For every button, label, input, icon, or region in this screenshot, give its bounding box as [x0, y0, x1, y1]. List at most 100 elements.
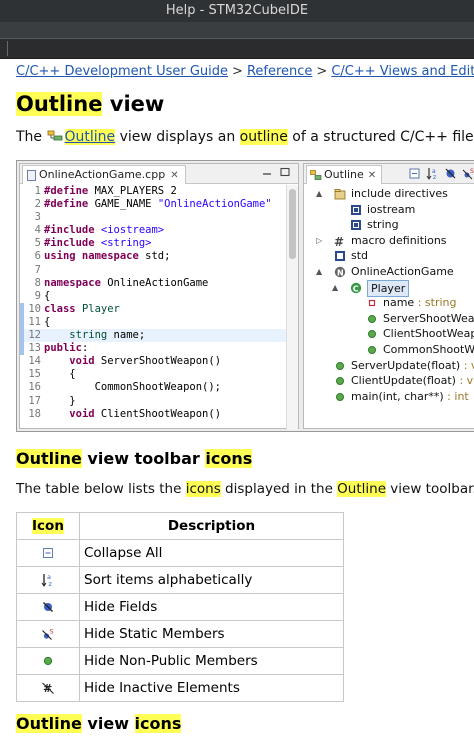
outline-node[interactable]: ServerShootWeap — [304, 311, 474, 327]
section-heading-highlight: Outline — [16, 449, 82, 468]
breadcrumb-link-reference[interactable]: Reference — [247, 64, 312, 79]
outline-node[interactable]: string — [304, 217, 474, 233]
close-icon[interactable]: ✕ — [170, 170, 178, 181]
outline-node-name: std — [351, 249, 369, 263]
para-middle: displayed in the — [220, 481, 338, 497]
outline-node[interactable]: ▲ include directives — [304, 186, 474, 202]
outline-tab-bar: Outline ✕ az S — [304, 164, 474, 184]
outline-node-label: string — [367, 217, 399, 233]
maximize-icon[interactable] — [280, 167, 290, 177]
scrollbar-thumb[interactable] — [289, 189, 296, 259]
outline-node-label: ServerUpdate(float) : void — [351, 358, 474, 374]
outline-node[interactable]: iostream — [304, 202, 474, 218]
code-line[interactable]: 1 #define MAX_PLAYERS 2 — [20, 185, 288, 198]
editor-scrollbar[interactable] — [286, 185, 298, 430]
outline-link[interactable]: Outline — [64, 129, 116, 145]
header-icon: Icon — [16, 512, 80, 540]
page-title-rest: view — [102, 92, 165, 116]
icon-cell: # — [16, 674, 80, 702]
outline-node-label: ClientUpdate(float) : void — [351, 373, 474, 389]
code-line[interactable]: 7 — [20, 264, 288, 277]
code-line[interactable]: 17 } — [20, 395, 288, 408]
page-title: Outline view — [16, 92, 164, 116]
code-line[interactable]: 3 — [20, 211, 288, 224]
outline-node[interactable]: ▷ # macro definitions — [304, 233, 474, 249]
svg-text:S: S — [50, 628, 54, 636]
line-number: 3 — [34, 211, 41, 224]
outline-node[interactable]: ▲ N OnlineActionGame — [304, 264, 474, 280]
outline-tree[interactable]: ▲ include directives iostream string ▷ # macro… — [304, 186, 474, 404]
expand-arrow-icon[interactable]: ▷ — [316, 233, 324, 249]
code-line[interactable]: 16 CommonShootWeapon(); — [20, 381, 288, 394]
description-cell: Hide Fields — [79, 593, 344, 621]
table-row: Collapse All — [16, 539, 344, 567]
code-text: CommonShootWeapon(); — [44, 381, 222, 394]
table-row: S Hide Static Members — [16, 620, 344, 648]
hide-fields-icon[interactable] — [444, 167, 457, 180]
editor-tab-label: OnlineActionGame.cpp — [39, 168, 166, 181]
outline-node-name: include directives — [351, 187, 448, 200]
breadcrumb: C/C++ Development User Guide > Reference > C… — [16, 64, 474, 79]
minimize-icon[interactable] — [262, 167, 272, 177]
hide-static-icon[interactable]: S — [462, 167, 474, 180]
help-content[interactable]: C/C++ Development User Guide > Reference > C… — [0, 60, 474, 742]
outline-node[interactable]: CommonShootW — [304, 342, 474, 358]
editor-tab[interactable]: OnlineActionGame.cpp ✕ — [22, 165, 186, 184]
collapse-arrow-icon[interactable]: ▲ — [332, 280, 340, 296]
code-line[interactable]: 2 #define GAME_NAME "OnlineActionGame" — [20, 198, 288, 211]
code-line[interactable]: 9{ — [20, 290, 288, 303]
section-heading-view-icons: Outline view icons — [16, 714, 182, 733]
table-header-row: Icon Description — [16, 512, 344, 540]
toolbar-handle[interactable] — [7, 41, 8, 56]
section-heading-text: view — [81, 714, 135, 733]
folder-icon — [334, 188, 346, 200]
outline-node[interactable]: ClientShootWeap — [304, 326, 474, 342]
outline-node-type: : int — [443, 389, 469, 403]
breadcrumb-separator: > — [232, 64, 243, 79]
breadcrumb-link-views-editors[interactable]: C/C++ Views and Editors — [331, 64, 474, 79]
outline-tab[interactable]: Outline ✕ — [306, 165, 383, 184]
close-icon[interactable]: ✕ — [368, 170, 376, 181]
outline-node-name: string — [367, 218, 399, 232]
code-line[interactable]: 14 void ServerShootWeapon() — [20, 355, 288, 368]
collapse-all-icon[interactable] — [408, 167, 421, 180]
code-line[interactable]: 15 { — [20, 368, 288, 381]
outline-panel: Outline ✕ az S ▲ include directives iostrea… — [303, 163, 474, 429]
outline-node[interactable]: ▲ C Player — [304, 279, 474, 298]
toolbar-strip — [0, 38, 474, 59]
intro-middle: view displays an — [115, 129, 240, 145]
code-line[interactable]: 8 namespace OnlineActionGame — [20, 277, 288, 290]
code-line[interactable]: 11{ — [20, 315, 288, 330]
intro-prefix: The — [16, 129, 47, 145]
outline-node[interactable]: main(int, char**) : int — [304, 389, 474, 405]
code-line[interactable]: 13 public: — [20, 342, 288, 356]
code-area[interactable]: 1 #define MAX_PLAYERS 2 2 #define GAME_NAME… — [20, 185, 288, 430]
outline-node[interactable]: std — [304, 248, 474, 264]
outline-node[interactable]: ServerUpdate(float) : void — [304, 358, 474, 374]
description-cell: Hide Static Members — [79, 620, 344, 648]
section-heading-text: view toolbar — [81, 449, 206, 468]
code-text: class Player — [44, 302, 120, 315]
code-text: { — [44, 368, 76, 381]
code-line[interactable]: 6 using namespace std; — [20, 250, 288, 263]
scope-marker — [20, 329, 24, 343]
toolbar-divider — [0, 38, 474, 39]
icon-cell — [16, 593, 80, 621]
line-number: 16 — [28, 381, 41, 394]
collapse-arrow-icon[interactable]: ▲ — [316, 264, 324, 280]
code-line[interactable]: 18 void ClientShootWeapon() — [20, 408, 288, 421]
using-icon — [334, 250, 346, 262]
code-line[interactable]: 5 #include <string> — [20, 237, 288, 250]
code-line[interactable]: 12 string name; — [20, 329, 288, 343]
collapse-arrow-icon[interactable]: ▲ — [316, 186, 324, 202]
breadcrumb-link-user-guide[interactable]: C/C++ Development User Guide — [16, 64, 228, 79]
window-title: Help - STM32CubeIDE — [165, 3, 309, 18]
outline-node[interactable]: ClientUpdate(float) : void — [304, 373, 474, 389]
table-row: Hide Fields — [16, 593, 344, 621]
sort-alpha-icon[interactable]: az — [426, 167, 439, 180]
code-line[interactable]: 10 class Player — [20, 302, 288, 316]
hide-static-icon: S — [42, 628, 54, 640]
code-line[interactable]: 4 #include <iostream> — [20, 224, 288, 237]
outline-view-icon — [47, 130, 62, 141]
outline-node[interactable]: name : string — [304, 295, 474, 311]
